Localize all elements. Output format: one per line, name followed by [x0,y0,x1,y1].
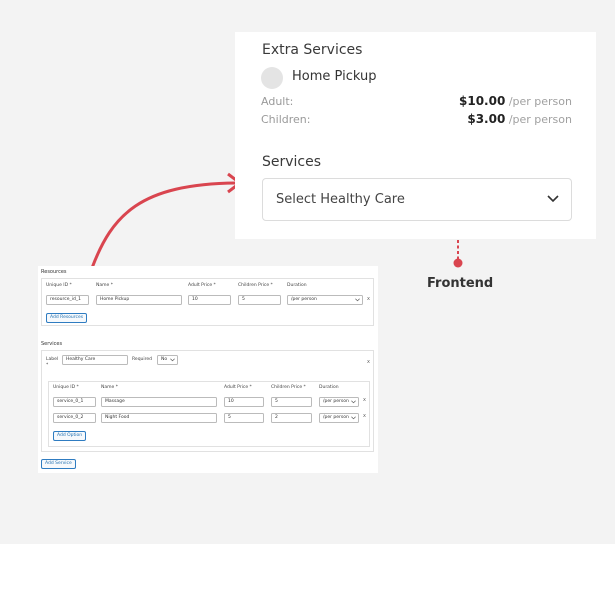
resources-section-title: Resources [41,269,67,275]
service-name-input[interactable]: Massage [101,397,217,407]
required-label: Required [132,357,153,362]
adult-price-unit: /per person [508,95,572,108]
remove-option-icon[interactable]: x [363,397,366,403]
service-children-input[interactable]: 2 [271,413,312,423]
col-duration: Duration [287,283,307,288]
col-adult-price: Adult Price * [188,283,216,288]
chevron-down-icon [547,195,559,203]
col-name: Name * [96,283,113,288]
resource-name-input[interactable]: Home Pickup [96,295,182,305]
service-id-input[interactable]: service_0_1 [53,397,96,407]
home-pickup-label: Home Pickup [292,69,377,84]
adult-label: Adult: [261,95,294,108]
resource-duration-value: /per person [291,297,317,302]
resource-duration-select[interactable]: /per person [287,295,363,305]
children-label: Children: [261,113,311,126]
children-price-unit: /per person [508,113,572,126]
resource-adult-input[interactable]: 10 [188,295,231,305]
service-id-input[interactable]: service_0_2 [53,413,96,423]
add-service-button[interactable]: Add Service [41,459,76,469]
opt-col-duration: Duration [319,385,339,390]
remove-service-icon[interactable]: x [367,359,370,365]
service-options-box: Unique ID * Name * Adult Price * Childre… [48,381,370,447]
marker-dot-bottom [453,258,463,268]
remove-resource-icon[interactable]: x [367,296,370,302]
col-children-price: Children Price * [238,283,273,288]
canvas-background: Extra Services Home Pickup Adult: $10.00… [0,0,615,544]
backend-admin-panel: Resources Unique ID * Name * Adult Price… [38,266,378,473]
resources-box: Unique ID * Name * Adult Price * Childre… [41,278,374,326]
service-group-box: Label * Healthy Care Required No x Uniqu… [41,350,374,452]
children-price-row: $3.00 /per person [467,112,572,126]
service-duration-value: /per person [323,415,349,420]
chevron-down-icon [351,416,356,420]
service-adult-input[interactable]: 10 [224,397,264,407]
opt-col-name: Name * [101,385,118,390]
healthy-care-select[interactable]: Select Healthy Care [262,178,572,221]
frontend-caption: Frontend [427,276,494,291]
resource-children-input[interactable]: 5 [238,295,281,305]
select-value: Select Healthy Care [276,192,405,207]
chevron-down-icon [351,400,356,404]
opt-col-adult-price: Adult Price * [224,385,252,390]
extra-services-title: Extra Services [262,42,363,58]
label-required-mark: * [46,363,49,368]
service-label-input[interactable]: Healthy Care [62,355,128,365]
required-value: No [161,357,168,362]
frontend-card: Extra Services Home Pickup Adult: $10.00… [235,32,596,239]
services-title: Services [262,154,322,170]
services-section-title: Services [41,341,63,347]
service-children-input[interactable]: 5 [271,397,312,407]
add-resources-button[interactable]: Add Resources [46,313,88,323]
chevron-down-icon [355,298,360,302]
service-duration-value: /per person [323,399,349,404]
service-adult-input[interactable]: 5 [224,413,264,423]
home-pickup-radio[interactable] [261,67,283,89]
service-duration-select[interactable]: /per person [319,413,359,423]
chevron-down-icon [170,358,175,362]
col-unique-id: Unique ID * [46,283,72,288]
label-field-label: Label [46,357,59,362]
remove-option-icon[interactable]: x [363,413,366,419]
opt-col-unique-id: Unique ID * [53,385,79,390]
add-option-button[interactable]: Add Option [53,431,87,441]
service-name-input[interactable]: Night Food [101,413,217,423]
children-price: $3.00 [467,112,506,126]
adult-price-row: $10.00 /per person [459,94,572,108]
required-select[interactable]: No [157,355,178,365]
service-duration-select[interactable]: /per person [319,397,359,407]
curved-arrow-line [90,181,237,269]
adult-price: $10.00 [459,94,506,108]
opt-col-children-price: Children Price * [271,385,306,390]
resource-id-input[interactable]: resource_id_1 [46,295,89,305]
